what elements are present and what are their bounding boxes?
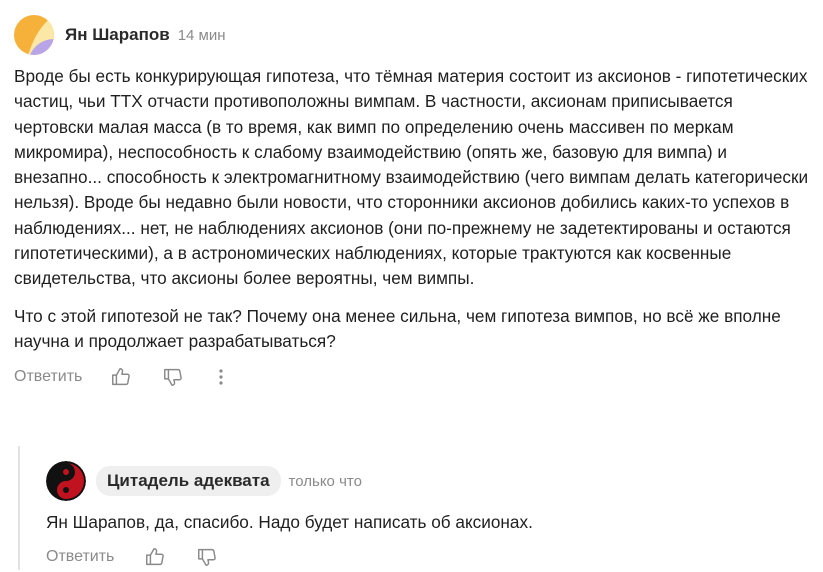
thumbs-down-icon[interactable] <box>160 364 186 390</box>
timestamp: 14 мин <box>177 26 226 44</box>
thumbs-up-icon[interactable] <box>108 364 134 390</box>
more-vertical-icon[interactable] <box>208 364 234 390</box>
comment-actions: Ответить <box>14 362 814 392</box>
comment-paragraph: Вроде бы есть конкурирующая гипотеза, чт… <box>14 66 809 289</box>
reply-body: Ян Шарапов, да, спасибо. Надо будет напи… <box>46 512 533 532</box>
reply-timestamp: только что <box>288 472 362 490</box>
thumbs-down-icon[interactable] <box>194 544 220 570</box>
thumbs-up-icon[interactable] <box>142 544 168 570</box>
avatar[interactable] <box>46 461 86 501</box>
comment-header: Ян Шарапов 14 мин <box>14 14 814 56</box>
comment-body: Вроде бы есть конкурирующая гипотеза, чт… <box>14 64 809 354</box>
reply-button[interactable]: Ответить <box>14 368 82 386</box>
comment: Ян Шарапов 14 мин Вроде бы есть конкурир… <box>14 14 814 392</box>
reply-comment: Цитадель адеквата только что Ян Шарапов,… <box>46 461 806 572</box>
author-name[interactable]: Ян Шарапов <box>65 25 170 45</box>
reply-header: Цитадель адеквата только что <box>46 461 806 501</box>
reply-button[interactable]: Ответить <box>46 548 114 566</box>
avatar[interactable] <box>14 15 54 55</box>
reply-author-chip[interactable]: Цитадель адеквата <box>96 466 281 496</box>
comment-paragraph: Что с этой гипотезой не так? Почему она … <box>14 305 781 351</box>
thread-line <box>18 446 20 570</box>
reply-actions: Ответить <box>46 542 806 572</box>
